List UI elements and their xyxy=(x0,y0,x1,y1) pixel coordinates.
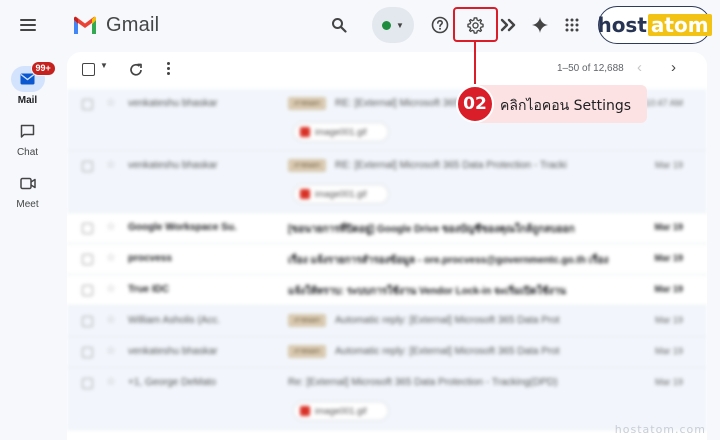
pagination-info: 1–50 of 12,688 xyxy=(557,63,624,74)
image-file-icon xyxy=(300,406,310,416)
mail-icon: 99+ xyxy=(10,61,56,92)
prev-page-icon[interactable]: ‹ xyxy=(637,59,642,76)
email-row[interactable]: ☆ William Asholis (Acc. ภายนอก Automatic re… xyxy=(67,306,707,337)
email-date: Mar 19 xyxy=(654,160,683,170)
email-sender: William Asholis (Acc. xyxy=(128,315,221,326)
settings-highlight-box xyxy=(453,7,498,42)
select-all-checkbox[interactable] xyxy=(82,63,95,76)
email-sender: venkateshu bhaskar xyxy=(128,346,218,357)
star-icon[interactable]: ☆ xyxy=(106,220,116,233)
attachment-name: image001.gif xyxy=(315,127,367,137)
email-subject: เรื่อง แจ้งรายการสำรองข้อมูล - ore.procv… xyxy=(288,255,609,266)
attachment-name: image001.gif xyxy=(315,406,367,416)
email-date: Mar 19 xyxy=(654,284,683,294)
rail-label-mail: Mail xyxy=(17,95,38,106)
watermark: hostatom.com xyxy=(614,423,706,436)
email-date: Mar 19 xyxy=(654,315,683,325)
star-icon[interactable]: ☆ xyxy=(106,375,116,388)
gmail-logo[interactable]: Gmail xyxy=(72,14,159,37)
attachment-chip[interactable]: image001.gif xyxy=(293,184,389,204)
star-icon[interactable]: ☆ xyxy=(106,344,116,357)
top-bar: Gmail ▼ host atom xyxy=(0,0,720,50)
email-sender: True IDC xyxy=(128,284,170,295)
email-row[interactable]: ☆ True IDC แจ้งให้ทราบ: ระบบการใช้งาน Vend… xyxy=(67,275,707,306)
gmail-m-icon xyxy=(74,16,96,34)
email-sender: +1, George DeMato xyxy=(128,377,217,388)
status-dot-icon xyxy=(382,20,392,30)
email-row[interactable]: ☆ venkateshu bhaskar ภายนอก RE: [External] … xyxy=(67,151,707,213)
feedback-icon[interactable] xyxy=(497,13,521,37)
email-row[interactable]: ☆ venkateshu bhaskar ภายนอก Automatic reply… xyxy=(67,337,707,368)
app-name: Gmail xyxy=(106,14,160,36)
callout-instruction: คลิกไอคอน Settings xyxy=(500,98,632,114)
help-icon[interactable] xyxy=(428,13,452,37)
row-checkbox[interactable] xyxy=(82,316,93,327)
rail-item-meet[interactable]: Meet xyxy=(0,170,55,210)
unread-badge: 99+ xyxy=(30,61,56,76)
row-checkbox[interactable] xyxy=(82,347,93,358)
attachment-chip[interactable]: image001.gif xyxy=(293,401,389,421)
sparkle-icon[interactable] xyxy=(528,13,552,37)
email-subject: RE: [External] Microsoft 365 Data Protec… xyxy=(335,160,567,171)
row-checkbox[interactable] xyxy=(82,161,93,172)
email-row[interactable]: ☆ Google Workspace Su. [ขอนายการที่ปิดอยู่… xyxy=(67,213,707,244)
attachment-name: image001.gif xyxy=(315,189,367,199)
star-icon[interactable]: ☆ xyxy=(106,158,116,171)
email-subject: Automatic reply: [External] Microsoft 36… xyxy=(335,315,560,326)
email-list: ☆ venkateshu bhaskar ภายนอก RE: [External] … xyxy=(67,89,707,430)
external-label: ภายนอก xyxy=(288,314,326,327)
star-icon[interactable]: ☆ xyxy=(106,282,116,295)
email-date: Mar 19 xyxy=(654,253,683,263)
attachment-chip[interactable]: image001.gif xyxy=(293,122,389,142)
email-subject: Automatic reply: [External] Microsoft 36… xyxy=(335,346,560,357)
callout-step-number: 02 xyxy=(456,85,494,123)
image-file-icon xyxy=(300,127,310,137)
chevron-down-icon: ▼ xyxy=(396,20,404,30)
row-checkbox[interactable] xyxy=(82,99,93,110)
star-icon[interactable]: ☆ xyxy=(106,313,116,326)
external-label: ภายนอก xyxy=(288,159,326,172)
rail-label-chat: Chat xyxy=(16,147,39,158)
refresh-icon[interactable] xyxy=(127,61,145,79)
account-brand-logo[interactable]: host atom xyxy=(597,6,712,44)
star-icon[interactable]: ☆ xyxy=(106,96,116,109)
image-file-icon xyxy=(300,189,310,199)
row-checkbox[interactable] xyxy=(82,223,93,234)
external-label: ภายนอก xyxy=(288,97,326,110)
email-subject: Re: [External] Microsoft 365 Data Protec… xyxy=(288,377,558,388)
inbox-toolbar: ▼ 1–50 of 12,688 ‹ › xyxy=(67,52,707,88)
select-dropdown-icon[interactable]: ▼ xyxy=(100,61,108,70)
email-date: Mar 19 xyxy=(654,222,683,232)
email-sender: venkateshu bhaskar xyxy=(128,98,218,109)
email-row[interactable]: ☆ procvess เรื่อง แจ้งรายการสำรองข้อมูล - … xyxy=(67,244,707,275)
video-icon xyxy=(11,170,45,196)
callout-connector xyxy=(474,42,476,84)
email-date: 10:47 AM xyxy=(644,98,683,108)
email-sender: procvess xyxy=(128,253,172,264)
row-checkbox[interactable] xyxy=(82,285,93,296)
star-icon[interactable]: ☆ xyxy=(106,251,116,264)
more-options-icon[interactable] xyxy=(165,62,171,78)
email-date: Mar 19 xyxy=(654,377,683,387)
email-sender: venkateshu bhaskar xyxy=(128,160,218,171)
rail-item-mail[interactable]: 99+ Mail xyxy=(0,61,56,106)
rail-label-meet: Meet xyxy=(16,199,39,210)
brand-atom-text: atom xyxy=(647,14,712,36)
row-checkbox[interactable] xyxy=(82,378,93,389)
email-subject: [ขอนายการที่ปิดอยู่] Google Drive ของบัญ… xyxy=(288,224,575,235)
search-icon[interactable] xyxy=(327,13,351,37)
apps-grid-icon[interactable] xyxy=(560,13,584,37)
rail-item-chat[interactable]: Chat xyxy=(0,118,55,158)
row-checkbox[interactable] xyxy=(82,254,93,265)
next-page-icon[interactable]: › xyxy=(671,59,676,76)
chat-icon xyxy=(11,118,45,144)
email-date: Mar 19 xyxy=(654,346,683,356)
hamburger-menu-icon[interactable] xyxy=(14,12,42,38)
email-sender: Google Workspace Su. xyxy=(128,222,237,233)
email-row[interactable]: ☆ +1, George DeMato Re: [External] Microso… xyxy=(67,368,707,430)
brand-host-text: host xyxy=(597,13,647,37)
status-button[interactable]: ▼ xyxy=(372,7,414,43)
email-subject: แจ้งให้ทราบ: ระบบการใช้งาน Vendor Lock-i… xyxy=(288,286,566,297)
external-label: ภายนอก xyxy=(288,345,326,358)
